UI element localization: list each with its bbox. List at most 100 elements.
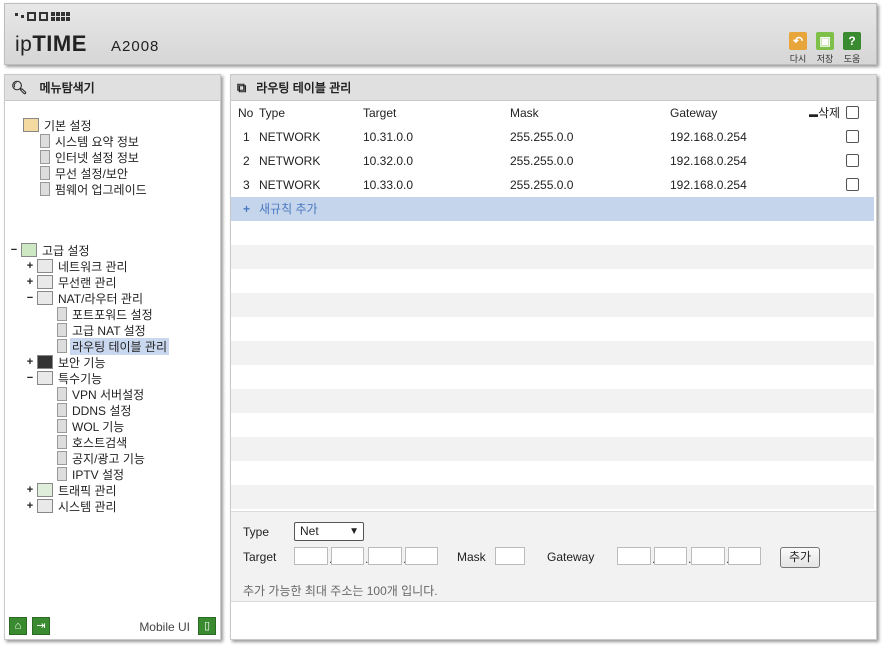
add-rule-label: 새규칙 추가: [259, 202, 318, 216]
empty-row: [231, 485, 874, 509]
target-octet-2[interactable]: [331, 547, 364, 565]
gateway-octet-4[interactable]: [728, 547, 761, 565]
mobile-ui-button[interactable]: ▯: [198, 617, 216, 635]
tree-item-traffic[interactable]: + 트래픽 관리: [25, 482, 119, 498]
router-icon: [37, 291, 53, 305]
target-label: Target: [243, 550, 277, 564]
tree-item-host-search[interactable]: 호스트검색: [55, 434, 129, 450]
add-route-form: Type Net ▼ Target . . . Mask Gateway . .…: [231, 511, 876, 602]
row-type: NETWORK: [259, 178, 321, 192]
save-button[interactable]: ▣ 저장: [814, 32, 836, 65]
page-icon: [57, 403, 67, 417]
tree-item-notice-ad[interactable]: 공지/광고 기능: [55, 450, 147, 466]
page-icon: [57, 387, 67, 401]
tree-item-system-mgmt[interactable]: + 시스템 관리: [25, 498, 119, 514]
row-target: 10.32.0.0: [363, 154, 414, 168]
help-button[interactable]: ? 도움: [841, 32, 863, 65]
add-rule-row[interactable]: + 새규칙 추가: [231, 197, 874, 221]
expand-toggle[interactable]: +: [25, 276, 35, 288]
plus-icon: +: [243, 202, 251, 216]
row-type: NETWORK: [259, 154, 321, 168]
tools-icon: [37, 371, 53, 385]
row-no: 3: [243, 178, 250, 192]
target-octet-4[interactable]: [405, 547, 438, 565]
page-icon: [57, 339, 67, 353]
empty-row: [231, 341, 874, 365]
table-header: No Type Target Mask Gateway ▬삭제: [231, 101, 874, 125]
row-mask: 255.255.0.0: [510, 178, 574, 192]
collapse-toggle[interactable]: −: [25, 292, 35, 304]
logout-button[interactable]: ⇥: [32, 617, 50, 635]
tree-item-advanced-nat[interactable]: 고급 NAT 설정: [55, 322, 148, 338]
expand-toggle[interactable]: +: [25, 500, 35, 512]
tree-item-ddns[interactable]: DDNS 설정: [55, 402, 133, 418]
expand-toggle[interactable]: +: [25, 260, 35, 272]
row-gateway: 192.168.0.254: [670, 130, 747, 144]
tree-item-firmware-upgrade[interactable]: 펌웨어 업그레이드: [38, 181, 149, 197]
target-octet-3[interactable]: [368, 547, 402, 565]
tree-item-iptv[interactable]: IPTV 설정: [55, 466, 126, 482]
undo-button[interactable]: ↶ 다시: [787, 32, 809, 65]
row-gateway: 192.168.0.254: [670, 154, 747, 168]
monitor-icon: [40, 150, 50, 164]
target-octet-1[interactable]: [294, 547, 328, 565]
gateway-octet-3[interactable]: [691, 547, 725, 565]
add-button[interactable]: 추가: [780, 547, 820, 568]
page-title: 라우팅 테이블 관리: [256, 81, 352, 95]
row-delete-checkbox[interactable]: [846, 178, 859, 191]
tree-item-port-forward[interactable]: 포트포워드 설정: [55, 306, 155, 322]
tree-item-system-summary[interactable]: 시스템 요약 정보: [38, 133, 141, 149]
expand-toggle[interactable]: +: [25, 484, 35, 496]
row-mask: 255.255.0.0: [510, 154, 574, 168]
empty-row: [231, 437, 874, 461]
limit-note: 추가 가능한 최대 주소는 100개 입니다.: [243, 584, 438, 598]
row-delete-checkbox[interactable]: [846, 154, 859, 167]
empty-row: [231, 389, 874, 413]
logout-icon: ⇥: [36, 620, 46, 632]
minus-icon: ▬: [809, 109, 818, 119]
gateway-octet-1[interactable]: [617, 547, 651, 565]
tree-item-special[interactable]: − 특수기능: [25, 370, 104, 386]
tree-item-wol[interactable]: WOL 기능: [55, 418, 126, 434]
sidebar-header: 🔍︎ 메뉴탐색기: [5, 75, 220, 101]
tree-item-wireless-security[interactable]: 무선 설정/보안: [38, 165, 130, 181]
empty-row: [231, 293, 874, 317]
tree-item-nat-router[interactable]: − NAT/라우터 관리: [25, 290, 145, 306]
tree-item-wlan[interactable]: + 무선랜 관리: [25, 274, 119, 290]
type-label: Type: [243, 525, 270, 539]
row-mask: 255.255.0.0: [510, 130, 574, 144]
tree-item-network[interactable]: + 네트워크 관리: [25, 258, 130, 274]
expand-toggle[interactable]: +: [25, 356, 35, 368]
lock-icon: [37, 355, 53, 369]
collapse-toggle[interactable]: −: [9, 244, 19, 256]
menu-explorer: 🔍︎ 메뉴탐색기 기본 설정 시스템 요약 정보 인터넷 설정 정보 무선 설정…: [4, 74, 221, 640]
collapse-toggle[interactable]: −: [25, 372, 35, 384]
gateway-octet-2[interactable]: [654, 547, 687, 565]
type-select-value: Net: [300, 524, 319, 538]
folder-icon: [21, 243, 37, 257]
phone-icon: ▯: [203, 620, 211, 632]
select-all-checkbox[interactable]: [846, 106, 859, 119]
col-mask: Mask: [510, 106, 539, 120]
tree-item-vpn[interactable]: VPN 서버설정: [55, 386, 146, 402]
tree-item-routing-table[interactable]: 라우팅 테이블 관리: [55, 337, 169, 355]
wifi-icon: [40, 166, 50, 180]
main-panel: ⧉ 라우팅 테이블 관리 No Type Target Mask Gateway…: [230, 74, 877, 640]
page-icon: [57, 435, 67, 449]
header-bar: ipTIME A2008 ↶ 다시 ▣ 저장 ? 도움: [4, 3, 877, 65]
row-delete-checkbox[interactable]: [846, 130, 859, 143]
type-select[interactable]: Net ▼: [294, 522, 364, 541]
network-icon: [37, 259, 53, 273]
folder-icon: [23, 118, 39, 132]
home-button[interactable]: ⌂: [9, 617, 27, 635]
col-gateway: Gateway: [670, 106, 718, 120]
tree-advanced-settings[interactable]: − 고급 설정: [9, 242, 92, 258]
wifi-icon: [37, 275, 53, 289]
mask-input[interactable]: [495, 547, 525, 565]
tree-basic-settings[interactable]: 기본 설정: [21, 117, 94, 133]
empty-row: [231, 245, 874, 269]
upgrade-icon: [40, 182, 50, 196]
row-target: 10.33.0.0: [363, 178, 414, 192]
tree-item-internet-info[interactable]: 인터넷 설정 정보: [38, 149, 141, 165]
tree-item-security[interactable]: + 보안 기능: [25, 354, 108, 370]
